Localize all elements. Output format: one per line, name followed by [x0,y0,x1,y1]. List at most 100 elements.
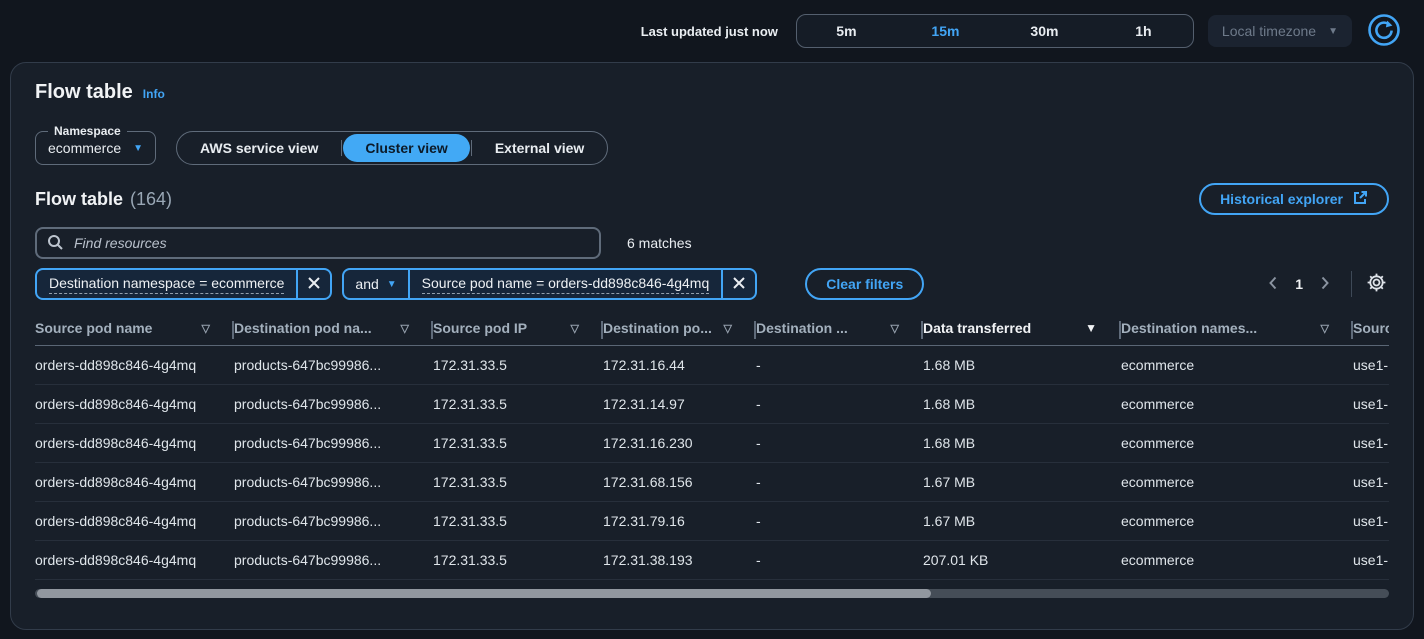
flow-table: Source pod name▽Destination pod na...▽So… [35,318,1389,580]
historical-explorer-button[interactable]: Historical explorer [1199,183,1389,215]
table-row: orders-dd898c846-4g4mqproducts-647bc9998… [35,463,1389,502]
filter-token-text[interactable]: Source pod name = orders-dd898c846-4g4mq [410,270,722,298]
pagination-divider [1351,271,1352,297]
table-cell: - [756,502,923,541]
table-cell: 172.31.33.5 [433,346,603,385]
table-cell: 172.31.33.5 [433,502,603,541]
tab-aws-service-view[interactable]: AWS service view [178,134,340,162]
table-cell: ecommerce [1121,385,1353,424]
refresh-button[interactable] [1366,13,1402,49]
time-range-30m[interactable]: 30m [995,15,1094,47]
column-header[interactable]: Data transferred▼ [923,318,1121,346]
column-header[interactable]: Source ...▽ [1353,318,1389,346]
table-cell: - [756,424,923,463]
table-cell: 172.31.68.156 [603,463,756,502]
external-link-icon [1352,190,1368,209]
chevron-left-icon [1267,275,1279,294]
table-cell: use1- [1353,385,1389,424]
pagination: 1 [1261,271,1389,297]
column-header-label: Destination ... [756,320,848,336]
table-cell: 172.31.16.230 [603,424,756,463]
column-header-label: Source pod IP [433,320,527,336]
table-cell: 1.68 MB [923,424,1121,463]
horizontal-scrollbar [35,589,1389,598]
timezone-select[interactable]: Local timezone ▼ [1208,15,1352,47]
search-input[interactable] [72,234,589,252]
time-range-1h[interactable]: 1h [1094,15,1193,47]
tab-external-view[interactable]: External view [473,134,607,162]
sort-icon: ▽ [891,322,899,335]
table-cell: 172.31.14.97 [603,385,756,424]
table-cell: ecommerce [1121,346,1353,385]
last-updated-text: Last updated just now [641,24,778,39]
table-cell: 1.67 MB [923,463,1121,502]
table-cell: ecommerce [1121,502,1353,541]
column-header-label: Destination names... [1121,320,1257,336]
sort-descending-icon: ▼ [1085,321,1097,335]
filter-token: and ▼ Source pod name = orders-dd898c846… [342,268,757,300]
table-cell: - [756,346,923,385]
table-cell: 1.67 MB [923,502,1121,541]
filter-operator-select[interactable]: and ▼ [344,270,409,298]
column-header[interactable]: Destination ... ▽ [756,318,923,346]
tab-cluster-view[interactable]: Cluster view [343,134,469,162]
previous-page-button[interactable] [1261,275,1285,294]
page-number[interactable]: 1 [1285,276,1313,292]
namespace-label: Namespace [48,124,127,138]
table-settings-button[interactable] [1364,272,1389,296]
filter-token-text[interactable]: Destination namespace = ecommerce [37,270,296,298]
column-header-label: Destination pod na... [234,320,372,336]
matches-count: 6 matches [627,235,692,251]
table-cell: use1- [1353,502,1389,541]
table-cell: ecommerce [1121,541,1353,580]
column-header[interactable]: Source pod IP ▽ [433,318,603,346]
close-icon [307,276,321,293]
column-header[interactable]: Destination po... ▽ [603,318,756,346]
table-cell: orders-dd898c846-4g4mq [35,502,234,541]
chevron-down-icon: ▼ [387,279,397,290]
sort-icon: ▽ [724,322,732,335]
table-cell: 1.68 MB [923,385,1121,424]
namespace-value: ecommerce [48,140,121,156]
table-cell: use1- [1353,541,1389,580]
table-cell: ecommerce [1121,463,1353,502]
column-header[interactable]: Destination names... ▽ [1121,318,1353,346]
remove-filter-button[interactable] [296,270,330,298]
table-cell: products-647bc99986... [234,463,433,502]
view-segmented-control: AWS service view Cluster view External v… [176,131,608,165]
page-title: Flow table [35,81,133,104]
segment-divider [341,140,342,156]
time-range-5m[interactable]: 5m [797,15,896,47]
table-cell: - [756,541,923,580]
sort-icon: ▽ [1321,322,1329,335]
table-cell: - [756,463,923,502]
controls-row: Namespace ecommerce ▼ AWS service view C… [35,124,1389,165]
table-cell: products-647bc99986... [234,541,433,580]
table-cell: - [756,385,923,424]
table-row: orders-dd898c846-4g4mqproducts-647bc9998… [35,424,1389,463]
clear-filters-label: Clear filters [826,276,903,292]
timezone-label: Local timezone [1222,23,1316,39]
filter-token: Destination namespace = ecommerce [35,268,332,300]
info-link[interactable]: Info [143,87,165,101]
column-header[interactable]: Source pod name▽ [35,318,234,346]
table-cell: 172.31.79.16 [603,502,756,541]
table-cell: products-647bc99986... [234,385,433,424]
table-title: Flow table [35,189,123,210]
namespace-select[interactable]: Namespace ecommerce ▼ [35,124,156,165]
column-header-label: Destination po... [603,320,712,336]
table-header-row: Source pod name▽Destination pod na...▽So… [35,318,1389,346]
remove-filter-button[interactable] [721,270,755,298]
sort-icon: ▽ [571,322,579,335]
next-page-button[interactable] [1313,275,1337,294]
sort-icon: ▽ [202,322,210,335]
table-cell: 172.31.33.5 [433,385,603,424]
table-row: orders-dd898c846-4g4mqproducts-647bc9998… [35,385,1389,424]
scrollbar-thumb[interactable] [37,589,931,598]
chevron-right-icon [1319,275,1331,294]
clear-filters-button[interactable]: Clear filters [805,268,924,300]
top-bar: Last updated just now 5m 15m 30m 1h Loca… [0,0,1424,62]
time-range-15m[interactable]: 15m [896,15,995,47]
table-cell: 172.31.16.44 [603,346,756,385]
column-header[interactable]: Destination pod na...▽ [234,318,433,346]
